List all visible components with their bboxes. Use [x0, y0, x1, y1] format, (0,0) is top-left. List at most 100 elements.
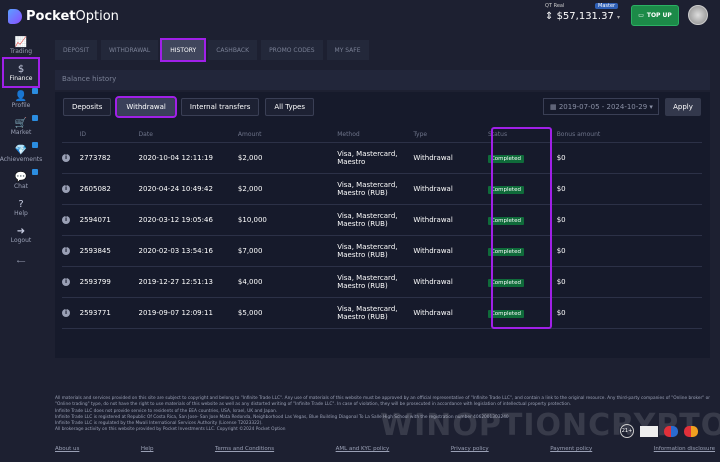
amount-cell: $2,000 [237, 142, 338, 174]
type-cell: Withdrawal [413, 235, 488, 267]
sidebar-item-finance[interactable]: $ Finance [2, 57, 40, 88]
sidebar-item-profile[interactable]: 👤 Profile [0, 86, 42, 113]
footer-link[interactable]: Information disclosure [654, 446, 715, 452]
info-icon[interactable]: i [62, 185, 70, 193]
calendar-icon: ▦ [550, 102, 559, 111]
id-cell: 2773782 [79, 142, 139, 174]
sidebar-item-trading[interactable]: 📈 Trading [0, 32, 42, 59]
tab-cashback[interactable]: Cashback [208, 40, 258, 60]
legal-line: All materials and services provided on t… [55, 396, 710, 408]
header: Pocket Option QT Real Master ⇕ $57,131.37… [0, 0, 720, 32]
achievements-icon: 💎 [14, 144, 28, 156]
method-cell: Visa, Mastercard, Maestro (RUB) [337, 297, 414, 329]
logo[interactable]: Pocket Option [8, 8, 119, 24]
footer-links: About us Help Terms and Conditions AML and … [55, 446, 715, 452]
account-balance[interactable]: QT Real Master ⇕ $57,131.37 ▾ [545, 3, 620, 22]
footer-link[interactable]: Payment policy [550, 446, 592, 452]
info-column [62, 128, 80, 143]
sidebar-item-market[interactable]: 🛒 Market [0, 113, 42, 140]
footer-link[interactable]: Help [141, 446, 154, 452]
section-title: Balance history [55, 70, 710, 90]
sidebar-item-logout[interactable]: ➜ Logout [0, 221, 42, 248]
market-icon: 🛒 [14, 117, 28, 129]
filter-withdrawal[interactable]: Withdrawal [115, 96, 177, 118]
table-row: i 2605082 2020-04-24 10:49:42 $2,000 Visa, M… [62, 173, 702, 205]
date-cell: 2020-02-03 13:54:16 [138, 235, 238, 267]
sidebar-item-label: Help [14, 209, 28, 217]
info-cell: i [62, 235, 80, 267]
account-badge: Master [595, 3, 619, 9]
sidebar-item-achievements[interactable]: 💎 Achievements [0, 140, 42, 167]
table-row: i 2773782 2020-10-04 12:11:19 $2,000 Visa, M… [62, 142, 702, 174]
info-icon[interactable]: i [62, 216, 70, 224]
column-header: Date [138, 128, 238, 143]
column-header: Method [337, 128, 414, 143]
info-icon[interactable]: i [62, 309, 70, 317]
amount-cell: $5,000 [237, 297, 338, 329]
chevron-down-icon: ▾ [617, 14, 621, 21]
date-range-picker[interactable]: ▦ 2019-07-05 - 2024-10-29 ▾ [543, 98, 659, 115]
date-range-value: 2019-07-05 - 2024-10-29 [558, 102, 648, 111]
logo-icon [8, 8, 22, 24]
sidebar-item-chat[interactable]: 💬 Chat [0, 167, 42, 194]
method-cell: Visa, Mastercard, Maestro (RUB) [337, 235, 414, 267]
card-logo [640, 425, 658, 437]
amount-cell: $10,000 [237, 204, 338, 236]
amount-cell: $7,000 [237, 235, 338, 267]
collapse-sidebar-icon[interactable]: ⟵ [0, 248, 42, 275]
id-cell: 2594071 [79, 204, 139, 236]
tab-my-safe[interactable]: My safe [326, 40, 369, 60]
column-header: Amount [237, 128, 338, 143]
top-up-button[interactable]: ▭ TOP UP [631, 5, 679, 26]
date-cell: 2020-10-04 12:11:19 [138, 142, 238, 174]
table-row: i 2593799 2019-12-27 12:51:13 $4,000 Visa, M… [62, 266, 702, 298]
info-cell: i [62, 173, 80, 205]
id-cell: 2593845 [79, 235, 139, 267]
info-icon[interactable]: i [62, 154, 70, 162]
column-header: ID [79, 128, 139, 143]
tab-promo-codes[interactable]: Promo codes [261, 40, 323, 60]
type-cell: Withdrawal [413, 297, 488, 329]
type-filters: Deposits Withdrawal Internal transfers All … [63, 96, 315, 118]
footer-link[interactable]: Terms and Conditions [215, 446, 274, 452]
brand-bold: Pocket [26, 8, 76, 24]
type-cell: Withdrawal [413, 266, 488, 298]
finance-icon: $ [17, 63, 25, 75]
id-cell: 2593771 [79, 297, 139, 329]
filter-deposits[interactable]: Deposits [63, 98, 112, 116]
method-cell: Visa, Mastercard, Maestro (RUB) [337, 204, 414, 236]
info-icon[interactable]: i [62, 278, 70, 286]
filter-all-types[interactable]: All Types [265, 98, 315, 116]
info-cell: i [62, 266, 80, 298]
notification-badge [32, 169, 38, 175]
info-cell: i [62, 142, 80, 174]
footer-link[interactable]: Privacy policy [451, 446, 489, 452]
tab-history[interactable]: History [160, 38, 207, 62]
method-cell: Visa, Mastercard, Maestro (RUB) [337, 173, 414, 205]
sidebar-item-label: Market [10, 128, 32, 136]
sidebar-item-label: Achievements [0, 155, 43, 163]
footer-link[interactable]: About us [55, 446, 79, 452]
bonus-cell: $0 [556, 297, 702, 329]
bonus-cell: $0 [556, 266, 702, 298]
wallet-icon: ▭ [638, 12, 644, 19]
notification-badge [32, 115, 38, 121]
bonus-cell: $0 [556, 173, 702, 205]
filter-internal-transfers[interactable]: Internal transfers [180, 98, 260, 116]
method-cell: Visa, Mastercard, Maestro (RUB) [337, 266, 414, 298]
status-highlight [491, 127, 552, 329]
tab-withdrawal[interactable]: Withdrawal [101, 40, 159, 60]
sidebar-item-label: Profile [11, 101, 31, 109]
sidebar-item-help[interactable]: ? Help [0, 194, 42, 221]
apply-button[interactable]: Apply [665, 98, 701, 116]
avatar[interactable] [688, 5, 708, 25]
tab-deposit[interactable]: Deposit [55, 40, 97, 60]
history-panel: Deposits Withdrawal Internal transfers All … [55, 92, 710, 358]
notification-badge [32, 88, 38, 94]
sidebar-item-label: Trading [9, 47, 32, 55]
payment-logos: 21+ [620, 424, 698, 438]
footer-link[interactable]: AML and KYC policy [336, 446, 390, 452]
info-icon[interactable]: i [62, 247, 70, 255]
table-row: i 2593845 2020-02-03 13:54:16 $7,000 Visa, M… [62, 235, 702, 267]
mastercard-icon [684, 425, 698, 437]
